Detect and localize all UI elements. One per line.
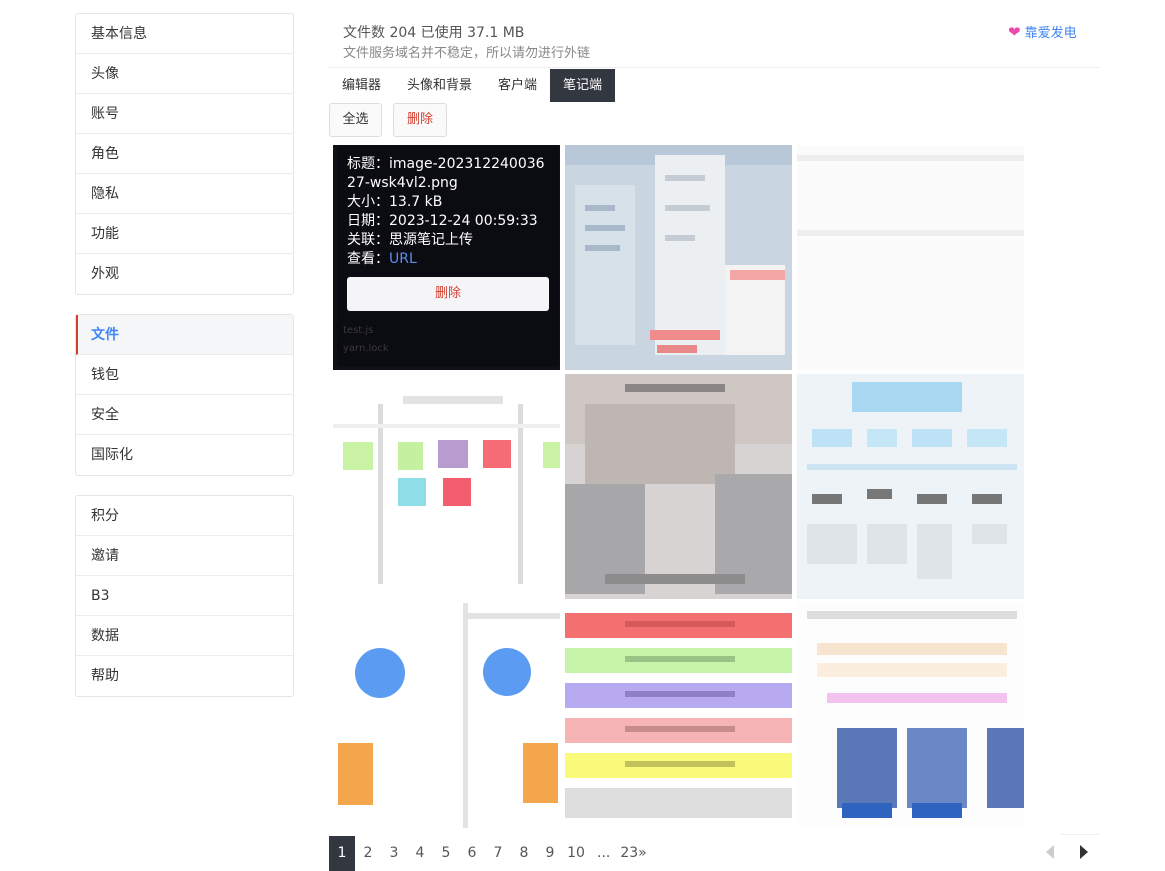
sidebar-item-security[interactable]: 安全 [76, 395, 293, 435]
page-2[interactable]: 2 [355, 836, 381, 871]
file-size-label: 大小： [347, 194, 389, 210]
page-7[interactable]: 7 [485, 836, 511, 871]
tab-editor[interactable]: 编辑器 [329, 69, 394, 102]
file-stats: 文件数 204 已使用 37.1 MB [343, 25, 525, 41]
file-view-label: 查看： [347, 251, 389, 267]
sidebar-group-files: 文件 钱包 安全 国际化 [75, 314, 294, 476]
sidebar-item-invite[interactable]: 邀请 [76, 536, 293, 576]
sidebar-group-account: 基本信息 头像 账号 角色 隐私 功能 外观 [75, 13, 294, 295]
file-relation-row: 关联：思源笔记上传 [347, 231, 549, 250]
page-3[interactable]: 3 [381, 836, 407, 871]
file-category-tabs: 编辑器 头像和背景 客户端 笔记端 [329, 69, 616, 102]
page-10[interactable]: 10 [563, 836, 589, 871]
tab-notes[interactable]: 笔记端 [550, 69, 616, 102]
page-8[interactable]: 8 [511, 836, 537, 871]
file-thumbnail[interactable] [565, 145, 792, 370]
previous-arrow-icon[interactable] [1042, 843, 1058, 861]
sidebar-item-wallet[interactable]: 钱包 [76, 355, 293, 395]
sidebar-group-misc: 积分 邀请 B3 数据 帮助 [75, 495, 294, 697]
sidebar-item-avatar[interactable]: 头像 [76, 54, 293, 94]
background-text: yarn.lock [343, 343, 389, 354]
background-text: test.js [343, 325, 374, 336]
select-all-button[interactable]: 全选 [329, 103, 382, 137]
sponsor-label: 靠爱发电 [1024, 26, 1077, 41]
tab-avatar-background[interactable]: 头像和背景 [394, 69, 485, 102]
file-size-row: 大小：13.7 kB [347, 193, 549, 212]
pagination: 1 2 3 4 5 6 7 8 9 10 ... 23» [329, 836, 649, 871]
file-view-row: 查看：URL [347, 250, 549, 269]
popover-delete-button[interactable]: 删除 [347, 277, 549, 311]
file-thumbnail[interactable] [797, 603, 1024, 828]
sidebar-item-account[interactable]: 账号 [76, 94, 293, 134]
sidebar-item-role[interactable]: 角色 [76, 134, 293, 174]
sponsor-link[interactable]: ❤ 靠爱发电 [1008, 22, 1077, 42]
sidebar-item-appearance[interactable]: 外观 [76, 254, 293, 294]
page-9[interactable]: 9 [537, 836, 563, 871]
file-date-row: 日期：2023-12-24 00:59:33 [347, 212, 549, 231]
file-thumbnail[interactable] [565, 603, 792, 828]
file-relation-value: 思源笔记上传 [389, 232, 473, 248]
page-1[interactable]: 1 [329, 836, 355, 871]
sidebar-item-points[interactable]: 积分 [76, 496, 293, 536]
tab-client[interactable]: 客户端 [485, 69, 550, 102]
sidebar-item-help[interactable]: 帮助 [76, 656, 293, 696]
page-4[interactable]: 4 [407, 836, 433, 871]
page-5[interactable]: 5 [433, 836, 459, 871]
domain-notice: 文件服务域名并不稳定，所以请勿进行外链 [343, 46, 591, 61]
sidebar-item-basic-info[interactable]: 基本信息 [76, 14, 293, 54]
file-thumbnail[interactable] [797, 374, 1024, 599]
file-url-link[interactable]: URL [389, 251, 417, 267]
heart-icon: ❤ [1008, 22, 1021, 41]
sidebar-item-privacy[interactable]: 隐私 [76, 174, 293, 214]
sidebar-item-b3[interactable]: B3 [76, 576, 293, 616]
file-info-popover: 标题：image-20231224003627-wsk4vl2.png 大小：1… [337, 145, 559, 367]
page-last[interactable]: 23» [618, 836, 648, 871]
page-6[interactable]: 6 [459, 836, 485, 871]
file-date-label: 日期： [347, 213, 389, 229]
page-ellipsis: ... [597, 845, 611, 861]
file-thumbnail[interactable] [565, 374, 792, 599]
sidebar-item-features[interactable]: 功能 [76, 214, 293, 254]
file-title-label: 标题： [347, 156, 389, 172]
header-divider [329, 67, 1100, 68]
file-size-value: 13.7 kB [389, 194, 443, 210]
file-relation-label: 关联： [347, 232, 389, 248]
file-thumbnail[interactable] [333, 374, 560, 599]
sidebar-item-i18n[interactable]: 国际化 [76, 435, 293, 475]
file-title-row: 标题：image-20231224003627-wsk4vl2.png [347, 155, 549, 193]
sidebar-item-data[interactable]: 数据 [76, 616, 293, 656]
pagination-divider [1060, 834, 1100, 835]
file-thumbnail[interactable] [333, 603, 560, 828]
next-arrow-icon[interactable] [1076, 843, 1092, 861]
file-thumbnail[interactable] [797, 145, 1024, 370]
delete-button[interactable]: 删除 [393, 103, 447, 137]
sidebar-item-files[interactable]: 文件 [76, 315, 293, 355]
file-date-value: 2023-12-24 00:59:33 [389, 213, 538, 229]
